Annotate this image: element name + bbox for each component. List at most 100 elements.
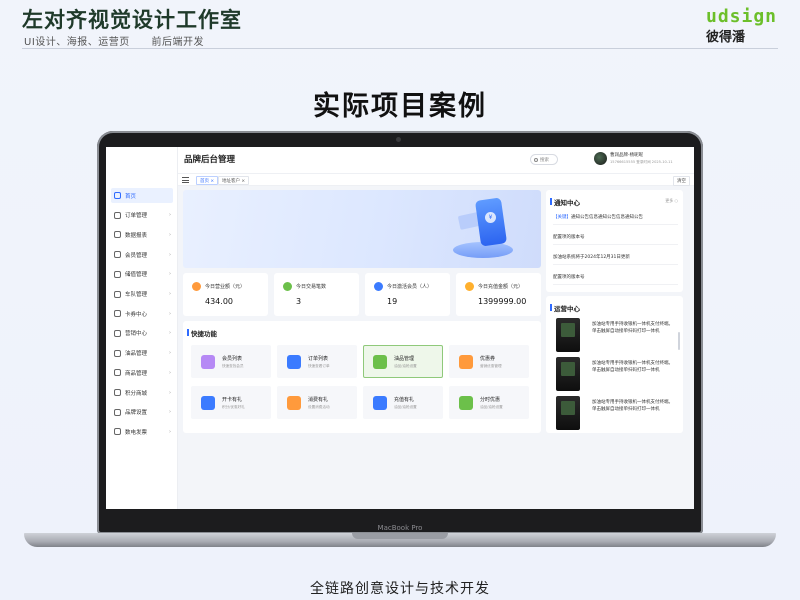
- sidebar-menu-icon: [114, 192, 121, 199]
- user-name: 曹润品牌-杨昵昵: [610, 153, 644, 158]
- search-input[interactable]: 搜索: [530, 154, 558, 165]
- app-title: 品牌后台管理: [184, 155, 236, 165]
- stat-card: 今日营业额（元） 434.00: [183, 273, 268, 316]
- tab-home[interactable]: 首页 ×: [196, 176, 219, 185]
- sidebar-menu-icon: [114, 310, 121, 318]
- sidebar-item-5[interactable]: 车队管理 ›: [111, 287, 173, 302]
- notice-item[interactable]: 配置项的版本号: [553, 270, 678, 285]
- sidebar-menu-icon: [114, 408, 121, 416]
- sidebar-item-9[interactable]: 商品管理 ›: [111, 365, 173, 380]
- laptop-lid: 首页 订单管理 › 数据报表 › 会员管理 › 储值管理 › 车队管理 › 卡券中心 › 营销中心 › 油品管…: [97, 131, 703, 534]
- quick-function-name: 优惠券: [480, 356, 496, 362]
- chevron-right-icon: ›: [169, 271, 171, 278]
- sidebar-item-label: 商品管理: [125, 370, 148, 377]
- quick-function-item[interactable]: 开卡有礼 积分/优惠好礼: [191, 386, 271, 419]
- quick-function-item[interactable]: 油品管理 油品/油枪设置: [363, 345, 443, 378]
- operations-item[interactable]: 加油站专用手持收银机一体机支付终端。单击触屏自动接单扫码打印一体机: [554, 355, 678, 393]
- main-heading: 实际项目案例: [313, 91, 487, 122]
- operations-center-panel: 运营中心 加油站专用手持收银机一体机支付终端。单击触屏自动接单扫码打印一体机 加油…: [546, 296, 683, 433]
- notice-item[interactable]: 【关键】通知公告信息通知公告信息通知公告: [553, 210, 678, 225]
- sidebar-item-label: 品牌设置: [125, 410, 148, 417]
- quick-function-desc: 快速查看订单: [308, 364, 330, 368]
- tab-address-customers[interactable]: 地址客户 ×: [218, 176, 250, 185]
- stat-label: 今日营业额（元）: [205, 284, 246, 290]
- notice-text: 配置项的版本号: [553, 235, 585, 240]
- quick-function-item[interactable]: 优惠券 营销优惠管理: [449, 345, 529, 378]
- sidebar-item-6[interactable]: 卡券中心 ›: [111, 306, 173, 321]
- sidebar-item-8[interactable]: 油品管理 ›: [111, 346, 173, 361]
- stat-card: 今日交易笔数 3: [274, 273, 359, 316]
- notice-item[interactable]: 配置项的版本号: [553, 230, 678, 245]
- chevron-right-icon: ›: [169, 409, 171, 416]
- sidebar-item-7[interactable]: 营销中心 ›: [111, 326, 173, 341]
- pos-terminal-thumbnail: [556, 318, 580, 352]
- avatar[interactable]: [594, 152, 607, 165]
- notice-item[interactable]: 加油站系统将于2024年12月31日更新: [553, 250, 678, 265]
- sidebar-menu-icon: [114, 251, 121, 259]
- operations-item-text: 加油站专用手持收银机一体机支付终端。单击触屏自动接单扫码打印一体机: [592, 400, 673, 412]
- notice-more-link[interactable]: 更多 ○: [665, 198, 678, 204]
- stat-card: 今日充值金额（元） 1399999.00: [456, 273, 541, 316]
- sidebar-item-4[interactable]: 储值管理 ›: [111, 267, 173, 282]
- subtitle-dev: 前后端开发: [151, 37, 204, 48]
- sidebar-item-label: 油品管理: [125, 351, 148, 358]
- quick-function-name: 订单列表: [308, 356, 329, 362]
- sidebar-menu-icon: [114, 329, 121, 337]
- quick-function-item[interactable]: 订单列表快速查看订单: [277, 345, 357, 378]
- sidebar-item-label: 营销中心: [125, 331, 148, 338]
- stat-label: 今日充值金额（元）: [478, 284, 524, 290]
- sidebar-item-2[interactable]: 数据报表 ›: [111, 227, 173, 242]
- quick-function-desc: 积分/优惠好礼: [222, 405, 245, 409]
- sidebar-item-11[interactable]: 品牌设置 ›: [111, 405, 173, 420]
- menu-fold-icon[interactable]: [182, 177, 189, 183]
- sidebar-menu-icon: [114, 231, 121, 239]
- sidebar-item-label: 会员管理: [125, 252, 148, 259]
- notice-text: 通知公告信息通知公告信息通知公告: [571, 215, 643, 220]
- quick-function-item[interactable]: 会员列表 快速查找会员: [191, 345, 271, 378]
- clear-tabs-button[interactable]: 清空: [673, 176, 690, 186]
- chevron-right-icon: ›: [169, 212, 171, 219]
- quick-function-item[interactable]: 充值有礼 油品/油枪设置: [363, 386, 443, 419]
- quick-function-item[interactable]: 分时优惠 油品/油枪设置: [449, 386, 529, 419]
- tab-bar: 首页 × 地址客户 × 清空: [178, 173, 694, 186]
- operations-center-title: 运营中心: [550, 304, 580, 313]
- quick-function-item[interactable]: 消费有礼 设置消费活动: [277, 386, 357, 419]
- quick-function-name: 充值有礼: [394, 397, 415, 403]
- ops-scrollbar[interactable]: [678, 332, 680, 350]
- chevron-right-icon: ›: [169, 231, 171, 238]
- notice-center-title: 通知中心: [550, 198, 580, 207]
- operations-item[interactable]: 加油站专用手持收银机一体机支付终端。单击触屏自动接单扫码打印一体机: [554, 316, 678, 354]
- quick-function-desc: 油品/油枪设置: [480, 405, 503, 409]
- operations-item[interactable]: 加油站专用手持收银机一体机支付终端。单击触屏自动接单扫码打印一体机: [554, 394, 678, 432]
- stat-icon: [465, 282, 474, 291]
- laptop-screen: 首页 订单管理 › 数据报表 › 会员管理 › 储值管理 › 车队管理 › 卡券中心 › 营销中心 › 油品管…: [106, 147, 694, 509]
- chevron-right-icon: ›: [169, 291, 171, 297]
- sidebar-item-3[interactable]: 会员管理 ›: [111, 247, 173, 262]
- quick-function-desc: 营销优惠管理: [480, 364, 502, 368]
- sidebar-menu-icon: [114, 369, 121, 377]
- sidebar-item-10[interactable]: 积分商城 ›: [111, 385, 173, 400]
- quick-function-icon: [287, 355, 301, 369]
- app-sidebar: 首页 订单管理 › 数据报表 › 会员管理 › 储值管理 › 车队管理 › 卡券中心 › 营销中心 › 油品管…: [106, 147, 178, 509]
- quick-function-icon: [201, 396, 215, 410]
- subtitle-services: UI设计、海报、运营页: [24, 37, 130, 48]
- stat-value: 3: [296, 297, 302, 306]
- sidebar-item-12[interactable]: 数电发票 ›: [111, 424, 173, 439]
- sidebar-item-1[interactable]: 订单管理 ›: [111, 208, 173, 223]
- operations-item-text: 加油站专用手持收银机一体机支付终端。单击触屏自动接单扫码打印一体机: [592, 361, 673, 373]
- quick-functions-panel: 快捷功能 会员列表 快速查找会员 订单列表 快速查看订单 油品管理 油品/油枪设置 优惠券营…: [183, 321, 541, 433]
- search-placeholder: 搜索: [540, 157, 549, 163]
- operations-item-text: 加油站专用手持收银机一体机支付终端。单击触屏自动接单扫码打印一体机: [592, 322, 673, 334]
- pos-terminal-thumbnail: [556, 396, 580, 430]
- sidebar-item-label: 卡券中心: [125, 311, 148, 318]
- app-header: 品牌后台管理 搜索 曹润品牌-杨昵昵 15766615555 登录时间 2025…: [178, 147, 694, 173]
- sidebar-item-label: 积分商城: [125, 390, 148, 397]
- stat-label: 今日激活会员（人）: [387, 284, 433, 290]
- quick-function-name: 会员列表: [222, 356, 243, 362]
- pos-terminal-thumbnail: [556, 357, 580, 391]
- chevron-right-icon: ›: [169, 389, 171, 396]
- logo-name: 彼得潘: [706, 30, 746, 45]
- sidebar-item-0[interactable]: 首页: [111, 188, 173, 203]
- camera-icon: [396, 137, 401, 142]
- sidebar-item-label: 储值管理: [125, 272, 148, 279]
